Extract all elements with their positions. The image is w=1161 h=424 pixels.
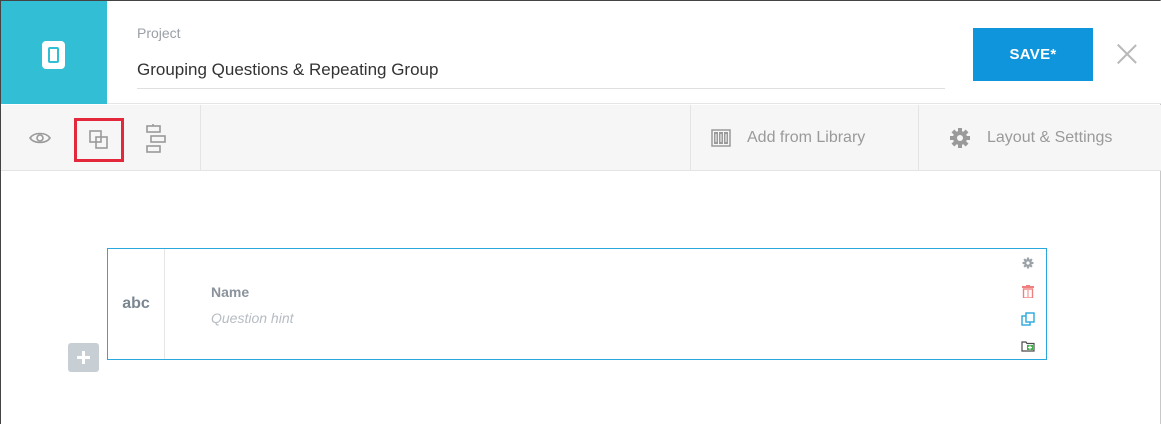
skip-logic-button[interactable] <box>139 120 173 158</box>
mobile-form-icon <box>42 41 65 69</box>
eye-icon <box>29 132 51 144</box>
delete-question-button[interactable] <box>1020 283 1036 299</box>
question-settings-button[interactable] <box>1020 255 1036 271</box>
clone-icon <box>89 130 108 149</box>
project-header: Project SAVE* <box>1 1 1161 104</box>
question-actions <box>1020 255 1036 355</box>
group-questions-button[interactable] <box>74 118 124 162</box>
logic-tree-icon <box>146 124 166 153</box>
question-type-label: abc <box>108 249 165 359</box>
duplicate-question-button[interactable] <box>1020 311 1036 327</box>
add-from-library-label: Add from Library <box>747 129 866 146</box>
app-frame: Project SAVE* <box>0 0 1161 424</box>
close-icon[interactable] <box>1114 41 1140 67</box>
app-logo <box>1 1 107 104</box>
gear-icon <box>950 128 970 148</box>
layout-settings-label: Layout & Settings <box>987 129 1113 146</box>
duplicate-icon <box>1021 312 1035 326</box>
toolbar-divider <box>200 105 201 171</box>
folder-add-icon <box>1021 341 1035 352</box>
builder-toolbar: Add from Library Layout & Settings <box>1 105 1161 171</box>
question-hint[interactable]: Question hint <box>211 310 294 326</box>
library-icon <box>711 129 731 147</box>
project-name-input[interactable] <box>137 51 945 89</box>
question-row[interactable]: abc Name Question hint <box>107 248 1047 360</box>
trash-icon <box>1022 284 1034 298</box>
preview-button[interactable] <box>25 123 55 153</box>
add-question-button[interactable] <box>68 343 99 372</box>
add-from-library-button[interactable]: Add from Library <box>691 105 918 171</box>
project-label: Project <box>137 25 181 41</box>
save-button[interactable]: SAVE* <box>973 28 1093 81</box>
add-to-library-button[interactable] <box>1020 338 1036 354</box>
layout-settings-button[interactable]: Layout & Settings <box>919 105 1161 171</box>
gear-icon <box>1022 257 1034 269</box>
question-label[interactable]: Name <box>211 284 249 300</box>
